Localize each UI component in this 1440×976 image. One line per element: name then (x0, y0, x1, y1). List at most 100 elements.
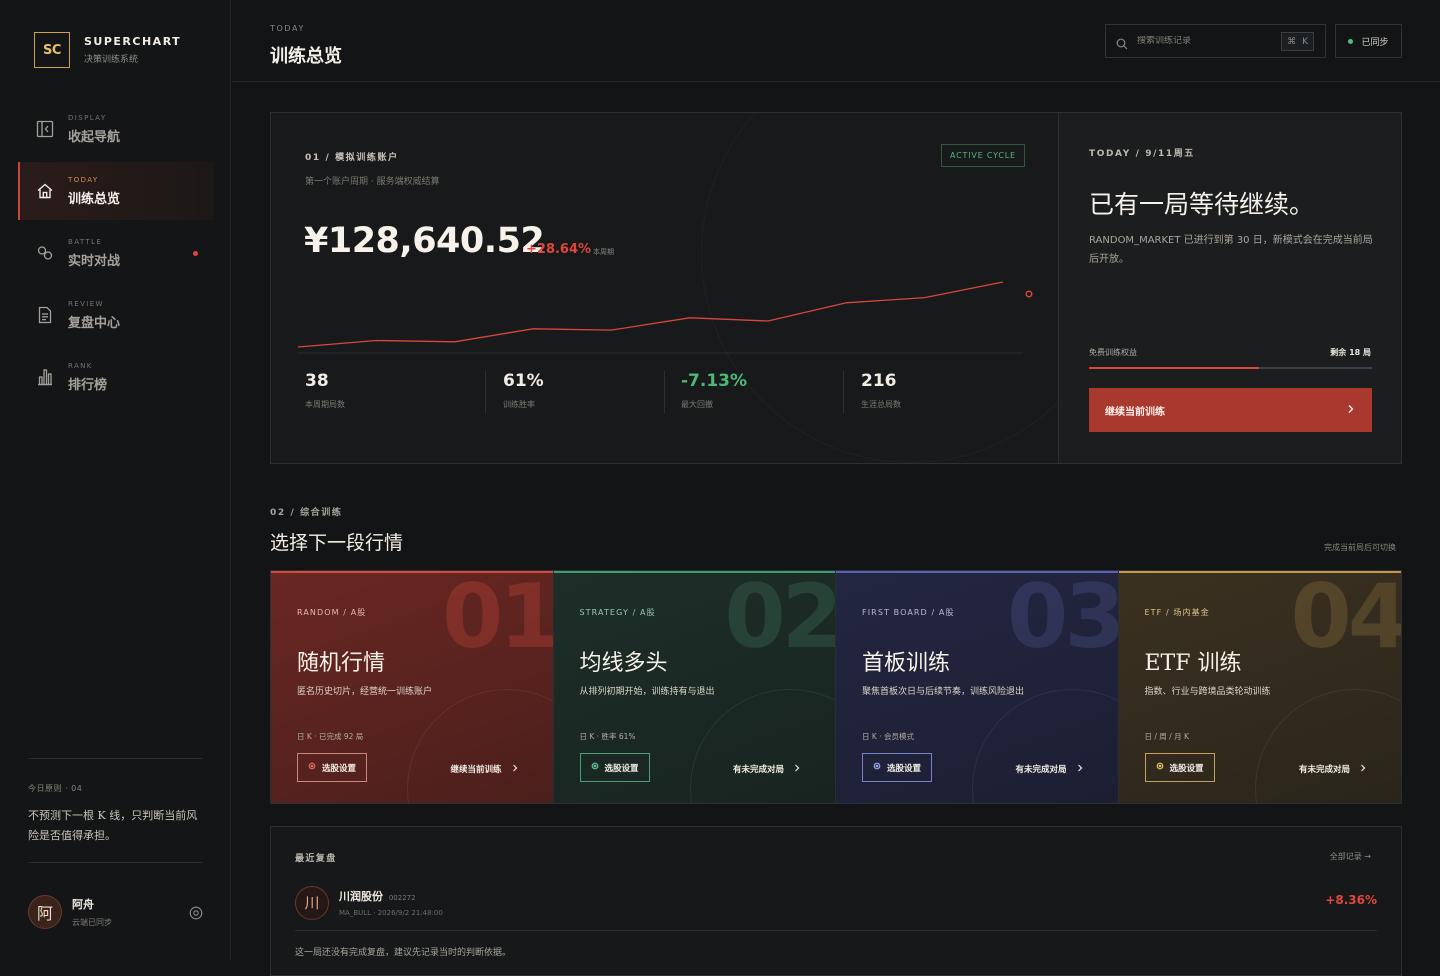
list-item[interactable]: 川 川润股份 002272 MA_BULL · 2026/9/2 21:48:0… (295, 881, 1377, 931)
stat-value: 38 (305, 371, 329, 391)
stat-divider (485, 371, 486, 413)
all-records-link[interactable]: 全部记录 → (1330, 851, 1371, 862)
brand-subtitle: 决策训练系统 (84, 55, 139, 65)
today-title: 已有一局等待继续。 (1089, 190, 1315, 219)
today-description: RANDOM_MARKET 已进行到第 30 日，新模式会在完成当前局后开放。 (1089, 235, 1373, 265)
card-description: 指数、行业与跨境品类轮动训练 (1144, 687, 1271, 697)
stat-career-rounds: 216 生涯总局数 (861, 371, 901, 415)
sidebar-item-overview[interactable]: TODAY 训练总览 (18, 162, 214, 220)
search-box[interactable]: ⌘ K (1105, 24, 1326, 58)
chevron-right-icon (1076, 764, 1084, 775)
equity-line (297, 281, 1004, 348)
card-meta: 日 K · 已完成 92 局 (297, 732, 364, 741)
principle-text: 不预测下一根 K 线，只判断当前风险是否值得承担。 (28, 809, 198, 842)
stat-label: 本周期局数 (305, 400, 345, 409)
nav-label: 排行榜 (68, 377, 108, 393)
stat-label: 训练胜率 (503, 400, 535, 409)
training-mode-cards: 01 RANDOM / A股 随机行情 匿名历史切片，经营统一训练账户 日 K … (270, 570, 1402, 804)
stock-settings-button[interactable]: 选股设置 (579, 753, 650, 782)
stock-settings-button[interactable]: 选股设置 (1144, 753, 1215, 782)
card-number: 02 (724, 571, 836, 668)
stat-max-drawdown: -7.13% 最大回撤 (681, 371, 747, 415)
stock-settings-button[interactable]: 选股设置 (297, 753, 368, 782)
nav-label: 训练总览 (68, 191, 121, 207)
nav-eyebrow: BATTLE (68, 237, 103, 246)
stat-label: 生涯总局数 (861, 400, 901, 409)
stat-rounds: 38 本周期局数 (305, 371, 345, 415)
nav-eyebrow: TODAY (68, 175, 99, 184)
card-action-link[interactable]: 有未完成对局 (1015, 763, 1083, 775)
stat-label: 最大回撤 (681, 400, 713, 409)
nav-label: 实时对战 (68, 253, 121, 269)
search-input[interactable] (1137, 36, 1267, 46)
chevron-right-icon (793, 764, 801, 775)
settings-icon[interactable] (189, 905, 203, 920)
continue-training-button[interactable]: 继续当前训练 (1089, 388, 1372, 432)
card-action-link[interactable]: 有未完成对局 (1299, 763, 1367, 775)
brand-name: SUPERCHART (84, 35, 182, 48)
sidebar-item-collapse[interactable]: DISPLAY 收起导航 (18, 100, 214, 158)
card-eyebrow: RANDOM / A股 (297, 608, 367, 617)
card-action-link[interactable]: 有未完成对局 (733, 763, 801, 775)
stat-divider (843, 371, 844, 413)
stat-value: 61% (503, 371, 544, 391)
stock-settings-label: 选股设置 (887, 763, 922, 774)
recent-title: 最近复盘 (295, 854, 337, 864)
quota-progress-bar (1089, 367, 1372, 369)
stock-settings-label: 选股设置 (604, 763, 639, 774)
principle-eyebrow: 今日原则 · 04 (28, 784, 83, 793)
card-title: 均线多头 (579, 651, 668, 676)
continue-training-label: 继续当前训练 (1105, 406, 1165, 418)
card-number: 04 (1290, 571, 1401, 668)
card-meta: 日 K · 会员模式 (862, 732, 914, 741)
nav-label: 收起导航 (68, 129, 121, 145)
training-card-random[interactable]: 01 RANDOM / A股 随机行情 匿名历史切片，经营统一训练账户 日 K … (271, 571, 554, 803)
user-sync-status: 云端已同步 (72, 918, 112, 927)
collapse-icon (36, 120, 54, 138)
sync-status-button[interactable]: 已同步 (1335, 24, 1402, 58)
training-card-first-board[interactable]: 03 FIRST BOARD / A股 首板训练 聚焦首板次日与后续节奏，训练风… (836, 571, 1119, 803)
sidebar-item-battle[interactable]: BATTLE 实时对战 (18, 224, 214, 282)
card-title: ETF 训练 (1144, 651, 1242, 676)
stock-settings-button[interactable]: 选股设置 (862, 753, 933, 782)
stock-code: 002272 (388, 894, 416, 902)
card-meta: 日 / 周 / 月 K (1144, 732, 1189, 741)
brand-logo: SC (34, 32, 70, 68)
sidebar-item-rank[interactable]: RANK 排行榜 (18, 348, 214, 406)
header-eyebrow: TODAY (270, 24, 305, 33)
user-name: 阿舟 (72, 898, 94, 911)
home-icon (36, 182, 54, 200)
sidebar-item-review[interactable]: REVIEW 复盘中心 (18, 286, 214, 344)
top-header: TODAY 训练总览 ⌘ K 已同步 (232, 0, 1440, 82)
card-description: 匿名历史切片，经营统一训练账户 (297, 687, 433, 697)
section-eyebrow: 02 / 综合训练 (270, 508, 343, 518)
card-title: 随机行情 (297, 651, 386, 676)
training-card-etf[interactable]: 04 ETF / 场内基金 ETF 训练 指数、行业与跨境品类轮动训练 日 / … (1118, 571, 1401, 803)
daily-principle: 今日原则 · 04 不预测下一根 K 线，只判断当前风险是否值得承担。 (28, 758, 203, 846)
chevron-right-icon (511, 764, 519, 775)
settings-icon (873, 762, 881, 773)
stock-settings-label: 选股设置 (1169, 763, 1204, 774)
stat-value: 216 (861, 371, 897, 391)
chevron-right-icon (1359, 764, 1367, 775)
section-title: 选择下一段行情 (270, 532, 404, 554)
training-card-strategy[interactable]: 02 STRATEGY / A股 均线多头 从排列初期开始，训练持有与退出 日 … (553, 571, 836, 803)
stock-meta: MA_BULL · 2026/9/2 21:48:00 (339, 909, 443, 917)
card-description: 从排列初期开始，训练持有与退出 (579, 687, 715, 697)
card-action-label: 继续当前训练 (450, 765, 502, 775)
avatar[interactable]: 阿 (28, 895, 62, 929)
stock-avatar: 川 (295, 885, 329, 920)
card-number: 03 (1007, 571, 1119, 668)
nav-eyebrow: DISPLAY (68, 113, 107, 122)
card-description: 聚焦首板次日与后续节奏，训练风险退出 (862, 687, 1025, 697)
brand[interactable]: SC SUPERCHART 决策训练系统 (34, 32, 181, 68)
card-action-link[interactable]: 继续当前训练 (450, 763, 518, 775)
document-icon (36, 306, 54, 324)
stock-name: 川润股份 (339, 890, 383, 903)
card-title: 首板训练 (862, 651, 951, 676)
quota-progress-fill (1089, 367, 1259, 369)
recent-reviews: 最近复盘 全部记录 → 川 川润股份 002272 MA_BULL · 2026… (270, 826, 1402, 976)
account-panel: 01 / 模拟训练账户 第一个账户周期 · 服务端权威结算 ACTIVE CYC… (270, 112, 1402, 464)
nav-eyebrow: REVIEW (68, 299, 104, 308)
stat-value: -7.13% (681, 371, 748, 391)
